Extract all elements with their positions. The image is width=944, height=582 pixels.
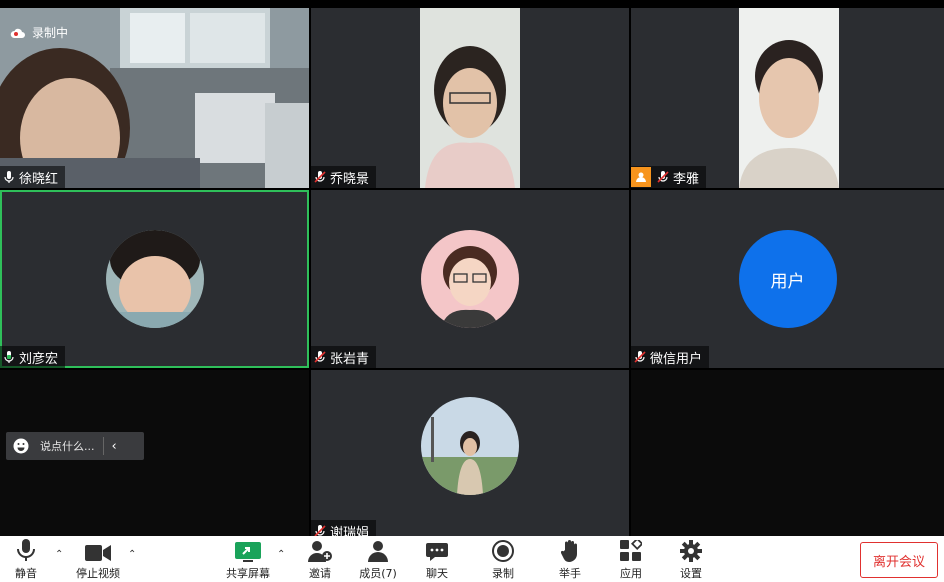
add-person-icon: [308, 541, 332, 562]
share-screen-button[interactable]: 共享屏幕: [224, 538, 272, 581]
hand-icon: [561, 540, 577, 562]
participant-nametag-6: 微信用户: [631, 346, 710, 368]
record-icon: [492, 540, 514, 562]
gear-icon: [680, 540, 702, 562]
members-icon: [368, 541, 388, 562]
mute-button[interactable]: 静音: [2, 538, 50, 581]
video-camera-icon: [85, 545, 111, 561]
participant-tile-3[interactable]: 李雅: [631, 8, 944, 188]
participant-tile-4[interactable]: 刘彦宏: [0, 190, 309, 368]
participant-name: 张岩青: [330, 351, 370, 367]
leave-meeting-button[interactable]: 离开会议: [860, 542, 938, 578]
chevron-left-icon[interactable]: ‹: [112, 439, 117, 454]
participant-nametag-4: 刘彦宏: [0, 346, 66, 368]
participant-nametag-3: 李雅: [631, 166, 707, 188]
mic-muted-icon: [314, 171, 326, 183]
stop-video-label: 停止视频: [76, 567, 120, 580]
invite-label: 邀请: [309, 567, 331, 580]
meeting-toolbar: 静音 ⌃ 停止视频 ⌃ 共享屏幕 ⌃ 邀请 成员(7) 聊天 录制 举手 应用 …: [0, 536, 944, 582]
participant-name: 乔晓景: [330, 171, 370, 187]
divider: [102, 437, 104, 455]
apps-grid-icon: [620, 540, 642, 561]
mic-muted-icon: [314, 525, 326, 536]
apps-button[interactable]: 应用: [607, 538, 655, 581]
chevron-up-icon[interactable]: ⌃: [55, 549, 65, 560]
record-label: 录制: [492, 567, 514, 580]
cloud-icon: [10, 28, 25, 38]
share-screen-icon: [235, 542, 261, 562]
participant-avatar-4: [105, 230, 204, 328]
participant-avatar-6: 用户: [738, 230, 837, 328]
mute-label: 静音: [15, 567, 37, 580]
participant-video-3: [739, 8, 839, 188]
recording-label: 录制中: [32, 26, 69, 40]
stop-video-button[interactable]: 停止视频: [74, 538, 122, 581]
mic-muted-icon: [314, 351, 326, 363]
participant-tile-7[interactable]: 谢瑞娟: [311, 370, 629, 536]
person-icon: [636, 172, 646, 182]
video-grid: 录制中 徐晓红 乔晓景 李雅 刘彦宏 张岩青 用户 微信用户 谢瑞娟 说点什么.…: [0, 0, 944, 536]
raise-hand-label: 举手: [559, 567, 581, 580]
chevron-up-icon[interactable]: ⌃: [277, 549, 287, 560]
empty-tile-right: [631, 370, 944, 536]
participant-avatar-7: [421, 397, 519, 495]
members-button[interactable]: 成员(7): [354, 538, 402, 581]
participant-video-2: [420, 8, 520, 188]
chat-quick-input[interactable]: 说点什么... ‹: [6, 432, 144, 460]
mic-icon: [4, 171, 14, 183]
participant-tile-2[interactable]: 乔晓景: [311, 8, 629, 188]
participant-nametag-7: 谢瑞娟: [311, 520, 377, 537]
chat-placeholder[interactable]: 说点什么...: [40, 438, 95, 454]
participant-nametag-5: 张岩青: [311, 346, 377, 368]
mic-muted-icon: [634, 351, 646, 363]
members-label: 成员(7): [359, 567, 397, 580]
chat-bubble-icon: [426, 543, 448, 561]
emoji-icon[interactable]: [13, 438, 29, 454]
raise-hand-button[interactable]: 举手: [546, 538, 594, 581]
participant-name: 谢瑞娟: [330, 525, 370, 537]
apps-label: 应用: [620, 567, 642, 580]
settings-label: 设置: [680, 567, 702, 580]
participant-name: 刘彦宏: [19, 351, 59, 367]
chevron-up-icon[interactable]: ⌃: [128, 549, 138, 560]
participant-name: 徐晓红: [19, 171, 59, 187]
share-screen-label: 共享屏幕: [226, 567, 270, 580]
participant-tile-5[interactable]: 张岩青: [311, 190, 629, 368]
record-button[interactable]: 录制: [479, 538, 527, 581]
recording-indicator: 录制中: [10, 24, 68, 41]
participant-nametag-2: 乔晓景: [311, 166, 377, 188]
mic-speaking-icon: [4, 351, 14, 363]
participant-name: 李雅: [673, 171, 700, 187]
participant-avatar-5: [421, 230, 519, 328]
chat-label: 聊天: [426, 567, 448, 580]
host-badge: [631, 167, 651, 187]
settings-button[interactable]: 设置: [667, 538, 715, 581]
participant-tile-1[interactable]: 录制中 徐晓红: [0, 8, 309, 188]
invite-button[interactable]: 邀请: [296, 538, 344, 581]
participant-nametag-1: 徐晓红: [0, 166, 66, 188]
microphone-icon: [17, 539, 35, 561]
participant-name: 微信用户: [650, 351, 703, 367]
participant-tile-6[interactable]: 用户 微信用户: [631, 190, 944, 368]
mic-muted-icon: [657, 171, 669, 183]
chat-button[interactable]: 聊天: [413, 538, 461, 581]
